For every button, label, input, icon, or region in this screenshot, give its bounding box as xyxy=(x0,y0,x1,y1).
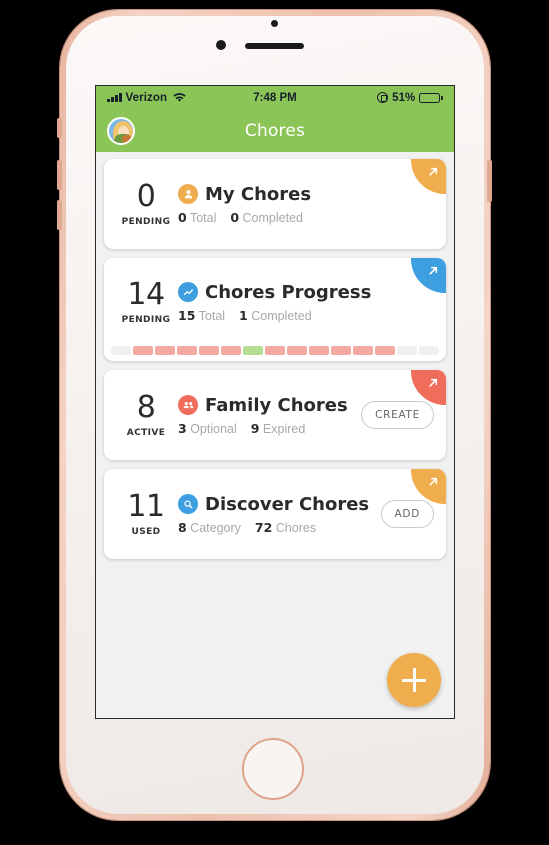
person-icon xyxy=(178,184,198,204)
rotation-lock-icon xyxy=(377,92,389,103)
card-count-label: ACTIVE xyxy=(126,427,166,438)
status-bar-right: 51% xyxy=(377,92,443,104)
volume-up-button[interactable] xyxy=(57,160,62,190)
plus-icon xyxy=(402,668,426,692)
card-title: Chores Progress xyxy=(205,281,372,303)
arrow-up-right-icon xyxy=(429,378,438,387)
cellular-signal-icon xyxy=(107,93,122,102)
substat-value: 15 xyxy=(178,307,196,323)
card-body: Chores Progress 15 Total 1 Completed xyxy=(178,282,446,323)
arrow-up-right-icon xyxy=(429,477,438,486)
content-area: 0 PENDING My Chores 0 Total 0 Completed … xyxy=(96,152,454,718)
substat-label: Completed xyxy=(251,308,312,323)
chores-progress-bar xyxy=(111,346,439,355)
card-substats: 15 Total 1 Completed xyxy=(178,308,440,323)
group-icon xyxy=(178,395,198,415)
card-stat-block: 14 PENDING xyxy=(112,276,178,325)
progress-segment xyxy=(264,346,286,355)
card-chores-progress[interactable]: 14 PENDING Chores Progress 15 Total 1 Co… xyxy=(104,258,446,361)
battery-icon xyxy=(419,92,443,103)
card-my-chores[interactable]: 0 PENDING My Chores 0 Total 0 Completed xyxy=(104,159,446,249)
progress-segment xyxy=(220,346,242,355)
battery-percent-label: 51% xyxy=(392,91,416,104)
card-body: My Chores 0 Total 0 Completed xyxy=(178,184,446,225)
app-navigation-bar: Chores xyxy=(96,109,454,152)
progress-segment xyxy=(132,346,154,355)
substat-value: 3 xyxy=(178,420,187,436)
phone-screen: Verizon 7:48 PM 51% Chores 0 PENDING My … xyxy=(95,85,455,719)
substat-label: Chores xyxy=(275,520,317,535)
substat-label: Total xyxy=(198,308,226,323)
status-bar: Verizon 7:48 PM 51% xyxy=(96,86,454,109)
card-count-label: PENDING xyxy=(121,216,171,227)
substat-label: Optional xyxy=(190,421,237,436)
substat-value: 0 xyxy=(230,209,240,225)
card-count: 0 xyxy=(136,178,156,214)
progress-segment xyxy=(308,346,330,355)
volume-down-button[interactable] xyxy=(57,200,62,230)
card-discover-chores[interactable]: 11 USED Discover Chores 8 Category 72 Ch… xyxy=(104,469,446,559)
progress-segment xyxy=(111,346,132,355)
earpiece-speaker xyxy=(245,43,304,49)
arrow-up-right-icon xyxy=(429,266,438,275)
progress-segment xyxy=(198,346,220,355)
add-chore-button[interactable]: ADD xyxy=(380,500,434,528)
trending-up-icon xyxy=(178,282,198,302)
substat-value: 8 xyxy=(178,519,187,535)
search-icon xyxy=(178,494,198,514)
card-title: My Chores xyxy=(205,183,312,205)
progress-segment xyxy=(374,346,396,355)
arrow-up-right-icon xyxy=(429,167,438,176)
card-stat-block: 11 USED xyxy=(112,488,178,537)
silence-switch[interactable] xyxy=(57,118,62,138)
proximity-sensor xyxy=(271,20,278,27)
progress-segment xyxy=(396,346,418,355)
card-body: Family Chores 3 Optional 9 Expired xyxy=(178,395,361,436)
power-button[interactable] xyxy=(487,160,492,202)
card-substats: 8 Category 72 Chores xyxy=(178,520,375,535)
substat-value: 1 xyxy=(239,307,248,323)
substat-label: Expired xyxy=(262,421,306,436)
substat-label: Completed xyxy=(242,210,303,225)
progress-segment xyxy=(352,346,374,355)
progress-segment xyxy=(330,346,352,355)
progress-segment xyxy=(418,346,439,355)
card-family-chores[interactable]: 8 ACTIVE Family Chores 3 Optional 9 Expi… xyxy=(104,370,446,460)
substat-label: Total xyxy=(189,210,217,225)
add-floating-action-button[interactable] xyxy=(387,653,441,707)
front-camera-icon xyxy=(216,40,226,50)
card-stat-block: 0 PENDING xyxy=(112,178,178,227)
home-button[interactable] xyxy=(242,738,304,800)
substat-label: Category xyxy=(190,520,241,535)
card-title: Discover Chores xyxy=(205,493,370,515)
page-title: Chores xyxy=(244,120,306,141)
card-count-label: PENDING xyxy=(121,314,171,325)
progress-segment xyxy=(286,346,308,355)
progress-segment xyxy=(242,346,264,355)
substat-value: 0 xyxy=(178,209,187,225)
card-body: Discover Chores 8 Category 72 Chores xyxy=(178,494,381,535)
substat-value: 72 xyxy=(254,519,273,535)
progress-segment xyxy=(154,346,176,355)
card-substats: 0 Total 0 Completed xyxy=(178,210,440,225)
create-chore-button[interactable]: CREATE xyxy=(361,401,434,429)
substat-value: 9 xyxy=(250,420,260,436)
wifi-icon xyxy=(173,92,186,103)
card-count: 11 xyxy=(127,488,165,524)
carrier-label: Verizon xyxy=(125,91,168,104)
screenshot-stage: Verizon 7:48 PM 51% Chores 0 PENDING My … xyxy=(0,0,549,845)
status-bar-left: Verizon xyxy=(107,92,186,104)
card-stat-block: 8 ACTIVE xyxy=(112,389,178,438)
progress-segment xyxy=(176,346,198,355)
card-substats: 3 Optional 9 Expired xyxy=(178,421,355,436)
card-count-label: USED xyxy=(131,526,161,537)
card-count: 8 xyxy=(136,389,156,425)
card-count: 14 xyxy=(127,276,165,312)
card-title: Family Chores xyxy=(205,394,348,416)
